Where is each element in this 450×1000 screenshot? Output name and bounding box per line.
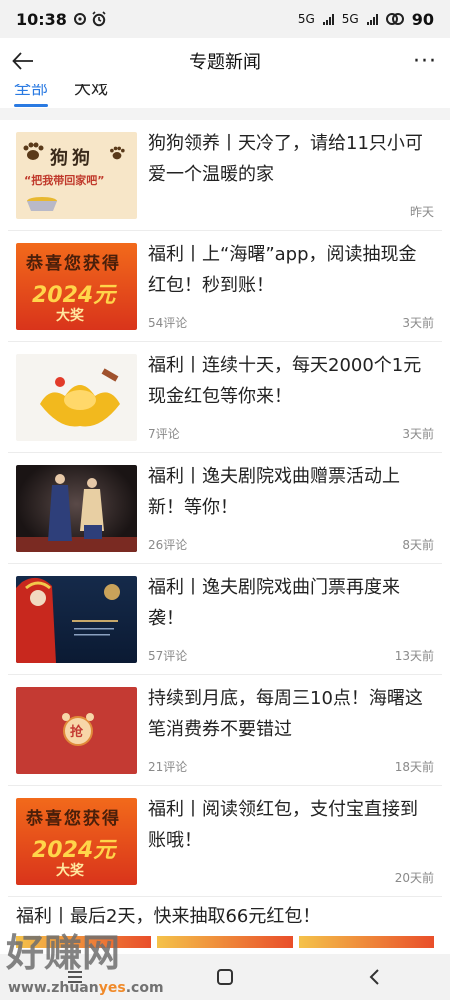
news-title: 持续到月底，每周三10点！海曙这笔消费券不要错过 [148, 688, 423, 740]
page-title: 专题新闻 [189, 52, 261, 73]
signal-icon-1 [322, 13, 334, 25]
thumbnail-title: 抢 [70, 725, 84, 740]
alarm-clock-icon [92, 11, 106, 27]
news-thumbnail: 狗狗 “把我带回家吧” [16, 132, 137, 219]
thumbnail-subtitle: “把我带回家吧” [24, 174, 105, 187]
news-date: 20天前 [394, 871, 434, 885]
thumbnail-title: 恭喜您获得 [26, 254, 121, 274]
news-item[interactable]: 福利丨连续十天，每天2000个1元现金红包等你来！ 7评论 3天前 [8, 342, 442, 453]
section-divider [0, 108, 450, 120]
news-item[interactable]: 狗狗 “把我带回家吧” 狗狗领养丨天冷了，请给11只小可爱一个温暖的家 昨天 [8, 120, 442, 231]
paw-icon [110, 146, 125, 160]
news-comment-count: 26评论 [148, 538, 188, 552]
news-thumbnail: 恭喜您获得 2024元 大奖 [16, 243, 137, 330]
network-5g-label-1: 5G [297, 12, 315, 26]
gold-ingot-icon [40, 368, 120, 427]
news-item[interactable]: 福利丨逸夫剧院戏曲赠票活动上新！等你！ 26评论 8天前 [8, 453, 442, 564]
thumbnail-subtitle-2: 大奖 [56, 308, 84, 324]
news-date: 3天前 [402, 427, 434, 441]
paw-icon [23, 142, 44, 160]
back-nav-icon[interactable] [365, 967, 385, 987]
tab-all[interactable]: 全部 [14, 84, 48, 99]
news-date: 昨天 [409, 205, 434, 219]
notification-icon [73, 13, 86, 25]
news-comment-count: 21评论 [148, 760, 188, 774]
news-title-partial[interactable]: 福利丨最后2天，快来抽取66元红包！ [16, 902, 320, 928]
news-title: 福利丨连续十天，每天2000个1元现金红包等你来！ [148, 355, 422, 407]
tab-active-indicator [14, 104, 48, 107]
news-item[interactable]: 福利丨逸夫剧院戏曲门票再度来袭！ 57评论 13天前 [8, 564, 442, 675]
thumbnail-title: 狗狗 [50, 148, 94, 169]
news-date: 18天前 [394, 760, 434, 774]
network-5g-label-2: 5G [341, 12, 359, 26]
news-thumbnail: 抢 [16, 687, 137, 774]
status-time: 10:38 [16, 9, 67, 29]
back-button[interactable] [8, 46, 38, 76]
news-item[interactable]: 恭喜您获得 2024元 大奖 福利丨上“海曙”app，阅读抽现金红包！秒到账！ … [8, 231, 442, 342]
signal-icon-2 [366, 13, 378, 25]
news-date: 8天前 [402, 538, 434, 552]
status-left-icons [73, 11, 107, 27]
news-item[interactable]: 抢 持续到月底，每周三10点！海曙这笔消费券不要错过 21评论 18天前 [8, 675, 442, 786]
status-right-icons: 5G 5G 90 [298, 10, 434, 29]
news-thumbnail [16, 354, 137, 441]
news-title: 福利丨上“海曙”app，阅读抽现金红包！秒到账！ [148, 244, 417, 296]
home-icon[interactable] [215, 967, 235, 987]
news-comment-count: 54评论 [148, 316, 188, 330]
nav-bar: 专题新闻 ··· [0, 38, 450, 84]
opera-performers-image [16, 474, 137, 552]
news-thumbnail [16, 465, 137, 552]
more-menu-button[interactable]: ··· [410, 46, 440, 76]
watermark-url: www.zhuanyes.com [8, 980, 164, 996]
status-bar: 10:38 5G 5G 90 [0, 0, 450, 38]
news-comment-count: 57评论 [148, 649, 188, 663]
watermark-logo: 好赚网 [6, 931, 121, 975]
news-title: 福利丨逸夫剧院戏曲门票再度来袭！ [148, 577, 400, 629]
hotspot-icon [385, 13, 404, 25]
news-comment-count: 7评论 [148, 427, 180, 441]
news-thumbnail: 恭喜您获得 2024元 大奖 [16, 798, 137, 885]
news-date: 13天前 [394, 649, 434, 663]
news-list: 狗狗 “把我带回家吧” 狗狗领养丨天冷了，请给11只小可爱一个温暖的家 昨天 恭… [0, 120, 450, 897]
dog-food-bowl-icon [27, 197, 57, 211]
news-title: 福利丨阅读领红包，支付宝直接到账哦！ [148, 799, 418, 851]
news-item[interactable]: 恭喜您获得 2024元 大奖 福利丨阅读领红包，支付宝直接到账哦！ 20天前 [8, 786, 442, 897]
back-arrow-icon [12, 52, 33, 70]
tab-opera[interactable]: 大戏 [74, 84, 108, 99]
more-dots-icon: ··· [413, 48, 437, 74]
news-title: 狗狗领养丨天冷了，请给11只小可爱一个温暖的家 [148, 133, 423, 185]
news-title: 福利丨逸夫剧院戏曲赠票活动上新！等你！ [148, 466, 400, 518]
opera-poster-image [16, 577, 120, 663]
battery-level: 90 [411, 9, 434, 29]
news-thumbnail [16, 576, 137, 663]
thumbnail-title: 恭喜您获得 [26, 809, 121, 829]
category-tabs: 全部 大戏 [0, 84, 450, 108]
thumbnail-subtitle-2: 大奖 [56, 863, 84, 879]
news-date: 3天前 [402, 316, 434, 330]
